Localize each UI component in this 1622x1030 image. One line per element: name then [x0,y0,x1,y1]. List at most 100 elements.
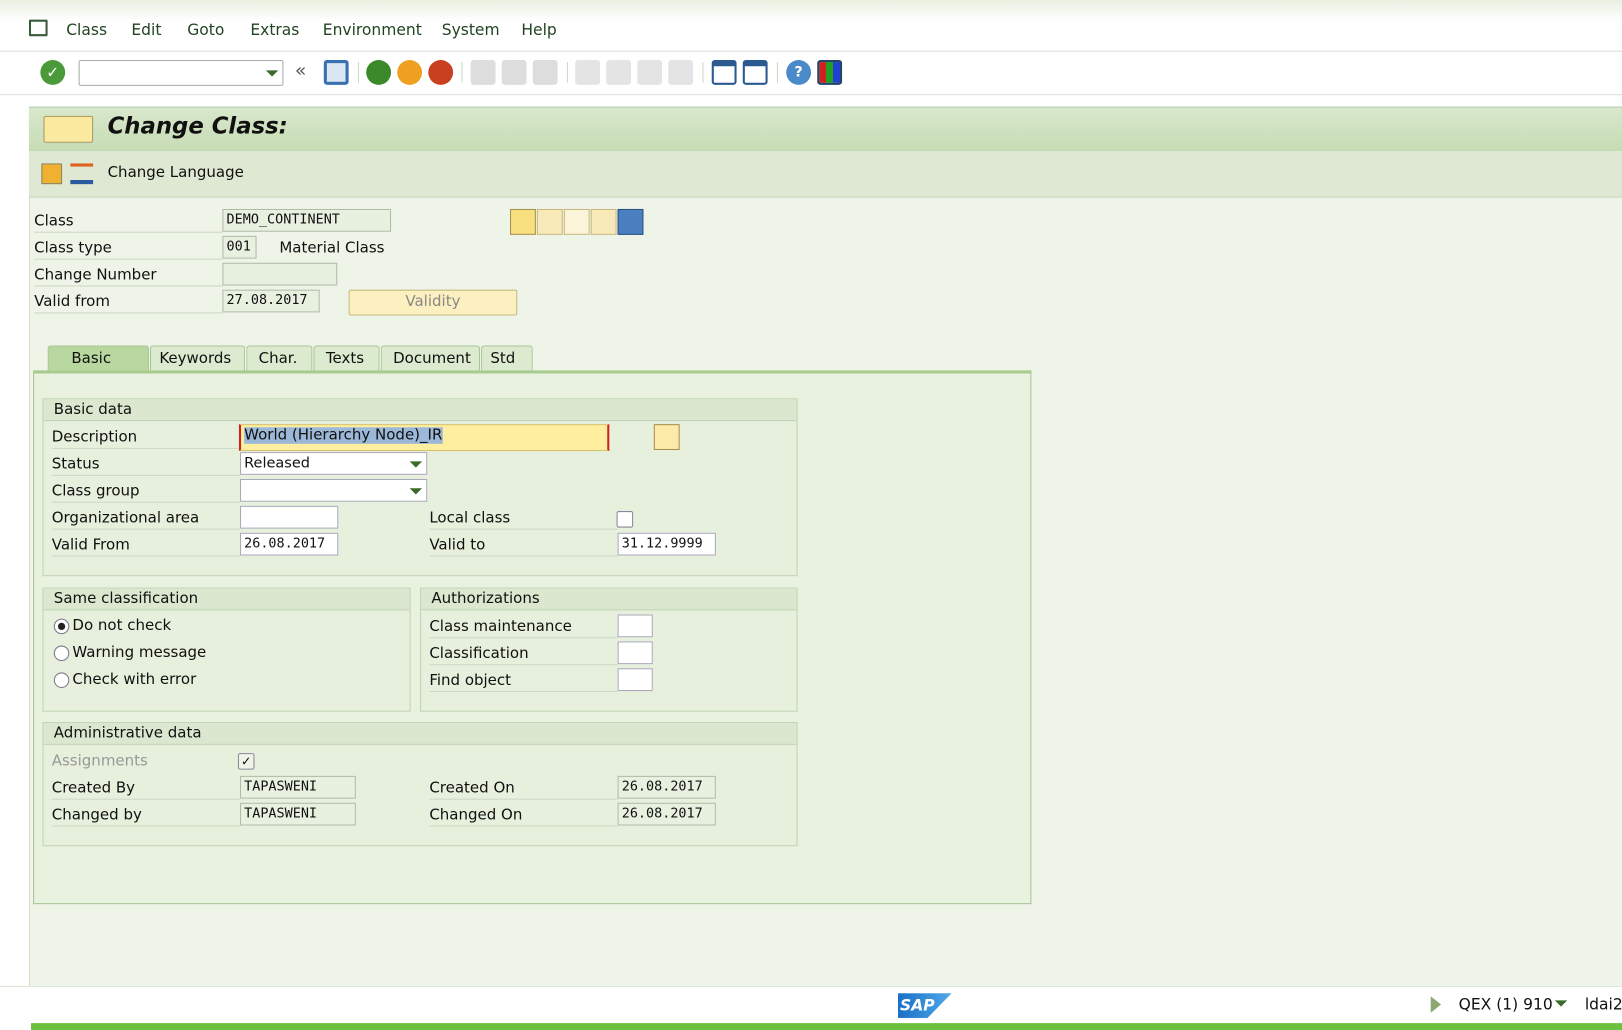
assignments-checkbox: ✓ [237,753,255,770]
find-icon[interactable] [501,60,527,85]
translate-icon[interactable] [653,424,680,451]
command-field[interactable] [78,60,284,86]
change-number-field[interactable] [222,262,338,286]
print-icon[interactable] [470,60,496,85]
radio-check-with-error[interactable] [53,672,70,688]
class-maintenance-input[interactable] [617,614,653,638]
tab-std[interactable]: Std [481,345,533,372]
group-title: Same classification [43,588,410,611]
menu-bar: Class Edit Goto Extras Environment Syste… [0,0,1622,52]
menu-class[interactable]: Class [66,21,107,40]
new-session-icon[interactable] [711,60,737,85]
menu-extras[interactable]: Extras [250,21,299,40]
menu-environment[interactable]: Environment [323,21,422,40]
other-class-icon[interactable] [41,163,63,185]
collapse-icon[interactable]: « [295,60,320,85]
find-next-icon[interactable] [532,60,558,85]
back-icon[interactable] [366,60,392,85]
copy-icon[interactable] [590,208,617,235]
application-toolbar: Change Language [28,151,1622,198]
changed-on-field: 26.08.2017 [617,802,716,826]
group-title: Administrative data [43,723,797,745]
tab-char[interactable]: Char. [246,345,313,372]
group-title: Basic data [43,399,797,422]
system-info[interactable]: QEX (1) 910 [1459,995,1553,1014]
changed-by-field: TAPASWENI [240,802,356,826]
save-icon[interactable] [323,60,349,85]
class-group-dropdown[interactable] [240,478,428,502]
system-dropdown-icon[interactable] [1554,1000,1568,1007]
status-value: Released [244,455,310,472]
valid-from-label: Valid from [34,291,223,314]
find-object-label: Find object [429,669,618,693]
delete-icon[interactable] [617,208,644,235]
created-on-label: Created On [429,777,618,800]
group-title: Authorizations [421,588,797,611]
changed-on-label: Changed On [429,804,618,827]
valid-from-input[interactable]: 26.08.2017 [240,532,339,556]
valid-to-input[interactable]: 31.12.9999 [617,532,716,556]
next-page-icon[interactable] [637,60,663,85]
exit-icon[interactable] [397,60,423,85]
tab-texts[interactable]: Texts [313,345,380,372]
enter-check-icon[interactable]: ✓ [40,60,66,85]
menu-system[interactable]: System [442,21,500,40]
status-label: Status [51,453,241,476]
help-icon[interactable]: ? [786,60,812,85]
class-group-label: Class group [51,480,241,503]
local-class-checkbox[interactable] [616,511,634,528]
menu-edit[interactable]: Edit [131,21,161,40]
display-change-icon[interactable] [510,208,536,235]
valid-to-label: Valid to [429,534,618,557]
progress-strip [31,1023,1622,1030]
class-field[interactable]: DEMO_CONTINENT [222,208,392,232]
menu-selector-icon[interactable] [43,115,94,143]
menu-goto[interactable]: Goto [187,21,224,40]
classification-input[interactable] [617,641,653,665]
previous-page-icon[interactable] [606,60,632,85]
tab-keywords[interactable]: Keywords [150,345,246,372]
sap-logo-text: SAP [900,996,935,1015]
change-language-icon[interactable] [70,163,94,185]
description-value: World (Hierarchy Node)_IR [244,427,443,444]
cancel-icon[interactable] [428,60,454,85]
last-page-icon[interactable] [668,60,694,85]
title-bar: Change Class: [28,106,1622,152]
tab-document[interactable]: Document [380,345,481,372]
page-title: Change Class: [107,113,288,140]
server-info: ldai2c [1584,995,1622,1014]
edit-icon[interactable] [536,208,563,235]
customize-layout-icon[interactable] [817,60,843,85]
radio-warning-message[interactable] [53,645,70,662]
created-by-field: TAPASWENI [240,775,356,799]
change-language-button[interactable]: Change Language [108,164,244,181]
org-area-label: Organizational area [51,507,241,530]
first-page-icon[interactable] [575,60,601,85]
menu-icon[interactable] [28,19,48,37]
expand-status-icon[interactable] [1430,996,1442,1013]
radio-label: Check with error [72,671,197,688]
shortcut-icon[interactable] [742,60,768,85]
create-icon[interactable] [563,208,590,235]
tab-basic-data[interactable]: Basic data [47,345,149,392]
class-type-field[interactable]: 001 [222,235,257,259]
changed-by-label: Changed by [51,804,241,827]
class-maintenance-label: Class maintenance [429,616,618,639]
find-object-input[interactable] [617,668,653,692]
radio-do-not-check[interactable] [53,618,70,635]
valid-from-field[interactable]: 27.08.2017 [222,289,320,313]
class-label: Class [34,210,223,233]
assignments-label: Assignments [51,753,148,770]
classification-label: Classification [429,642,618,666]
menu-help[interactable]: Help [521,21,556,40]
created-on-field: 26.08.2017 [617,775,716,799]
description-label: Description [51,426,241,449]
radio-label: Do not check [72,617,172,635]
change-number-label: Change Number [34,264,223,287]
valid-from-label: Valid From [51,534,241,557]
org-area-input[interactable] [240,505,339,529]
status-dropdown[interactable]: Released [240,452,428,475]
description-input[interactable]: World (Hierarchy Node)_IR [238,424,610,452]
validity-button[interactable]: Validity [348,289,518,316]
created-by-label: Created By [51,777,241,800]
